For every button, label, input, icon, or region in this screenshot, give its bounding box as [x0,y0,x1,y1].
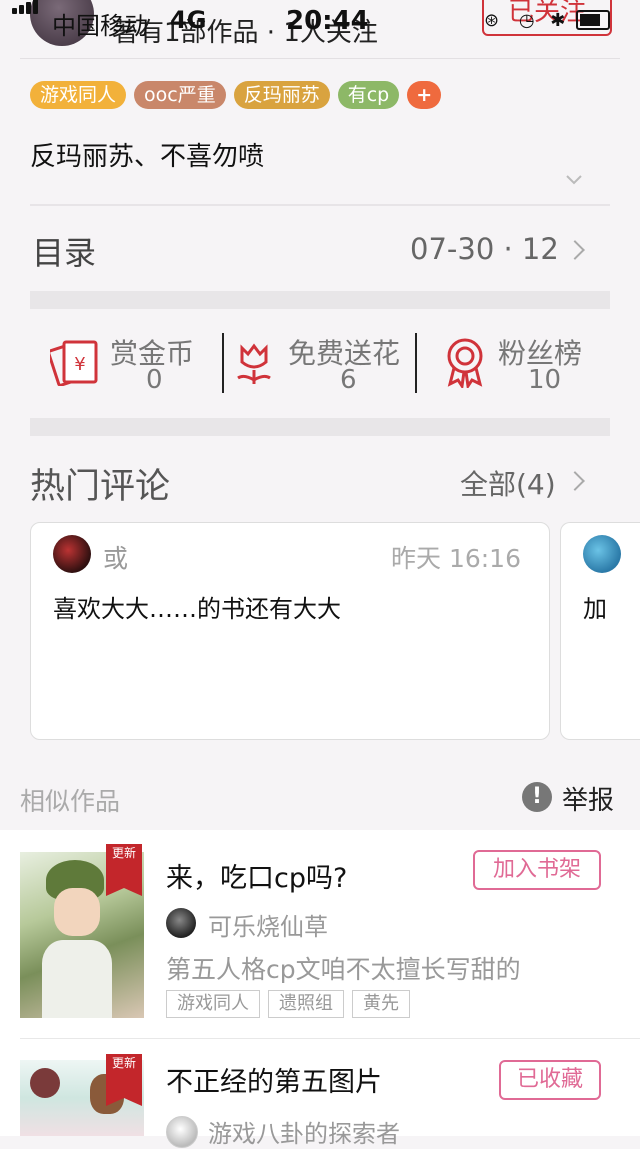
update-badge: 更新 [106,844,142,896]
list-item[interactable]: 更新 来，吃口cp吗? 加入书架 可乐烧仙草 第五人格cp文咱不太擅长写甜的 游… [0,830,640,1038]
comment-card[interactable]: 加 [560,522,640,740]
divider [30,204,610,206]
add-to-shelf-button[interactable]: 加入书架 [473,850,601,890]
book-tag: 遗照组 [268,990,344,1018]
status-bar: 中国移动 4G 20:44 ⊛ ◷ ✱ [0,0,640,40]
tag-chip[interactable]: 游戏同人 [30,81,127,109]
report-icon[interactable]: ! [522,782,552,812]
svg-text:¥: ¥ [74,354,85,375]
book-tags: 游戏同人 遗照组 黄先 [166,990,418,1018]
author-avatar [166,908,196,938]
toc-meta[interactable]: 07-30 · 12 [410,232,559,266]
cover-art [42,940,112,1018]
divider [20,58,620,59]
all-comments-link[interactable]: 全部(4) [460,463,556,503]
book-title[interactable]: 不正经的第五图片 [166,1060,382,1099]
tag-chip[interactable]: 反玛丽苏 [233,81,330,109]
comment-user-name[interactable]: 或 [103,539,128,575]
similar-works-title: 相似作品 [20,787,121,816]
stat-value-coins: 0 [146,365,163,395]
carrier-name: 中国移动 [52,12,148,40]
book-title[interactable]: 来，吃口cp吗? [166,856,347,895]
cover-art [54,888,100,936]
book-description: 反玛丽苏、不喜勿喷 [30,142,265,172]
battery-icon [576,10,610,30]
section-band [30,418,610,436]
book-author[interactable]: 游戏八卦的探索者 [208,1114,400,1149]
medal-icon[interactable] [442,336,488,391]
report-button[interactable]: 举报 [562,780,614,817]
chevron-down-icon[interactable] [566,172,582,188]
comment-text: 加 [583,595,607,623]
tag-list: 游戏同人 ooc严重 反玛丽苏 有cp + [30,81,449,109]
status-icons: ⊛ ◷ ✱ [484,10,565,31]
alarm-icon: ◷ [518,10,535,31]
comment-user-avatar[interactable] [53,535,91,573]
cover-art [30,1068,60,1098]
network-type: 4G [170,6,207,34]
list-item[interactable]: 更新 不正经的第五图片 已收藏 游戏八卦的探索者 [0,1040,640,1148]
section-band [30,291,610,309]
add-tag-button[interactable]: + [407,81,442,109]
flower-icon[interactable] [232,340,276,388]
comment-card[interactable]: 或 昨天 16:16 喜欢大大……的书还有大大 [30,522,550,740]
book-summary: 第五人格cp文咱不太擅长写甜的 [166,955,521,984]
comment-user-avatar[interactable] [583,535,621,573]
stat-value-flowers: 6 [340,365,357,395]
author-avatar [166,1116,198,1148]
divider [20,1038,640,1039]
hot-comments-title: 热门评论 [30,467,171,507]
tag-chip[interactable]: ooc严重 [134,81,226,109]
status-time: 20:44 [286,6,369,36]
comment-text: 喜欢大大……的书还有大大 [53,595,341,623]
book-tag: 黄先 [352,990,410,1018]
divider [415,333,417,393]
toc-title[interactable]: 目录 [32,228,96,274]
rotation-lock-icon: ⊛ [484,10,500,31]
comment-time: 昨天 16:16 [391,544,521,573]
book-author[interactable]: 可乐烧仙草 [208,907,328,942]
divider [222,333,224,393]
book-tag: 游戏同人 [166,990,260,1018]
stat-value-fans: 10 [528,365,562,395]
chevron-right-icon[interactable] [565,240,585,260]
collected-button[interactable]: 已收藏 [499,1060,601,1100]
tag-chip[interactable]: 有cp [337,81,400,109]
bluetooth-icon: ✱ [550,10,566,31]
red-envelope-icon[interactable]: ¥ [47,336,100,387]
chevron-right-icon[interactable] [565,471,585,491]
update-badge: 更新 [106,1054,142,1106]
